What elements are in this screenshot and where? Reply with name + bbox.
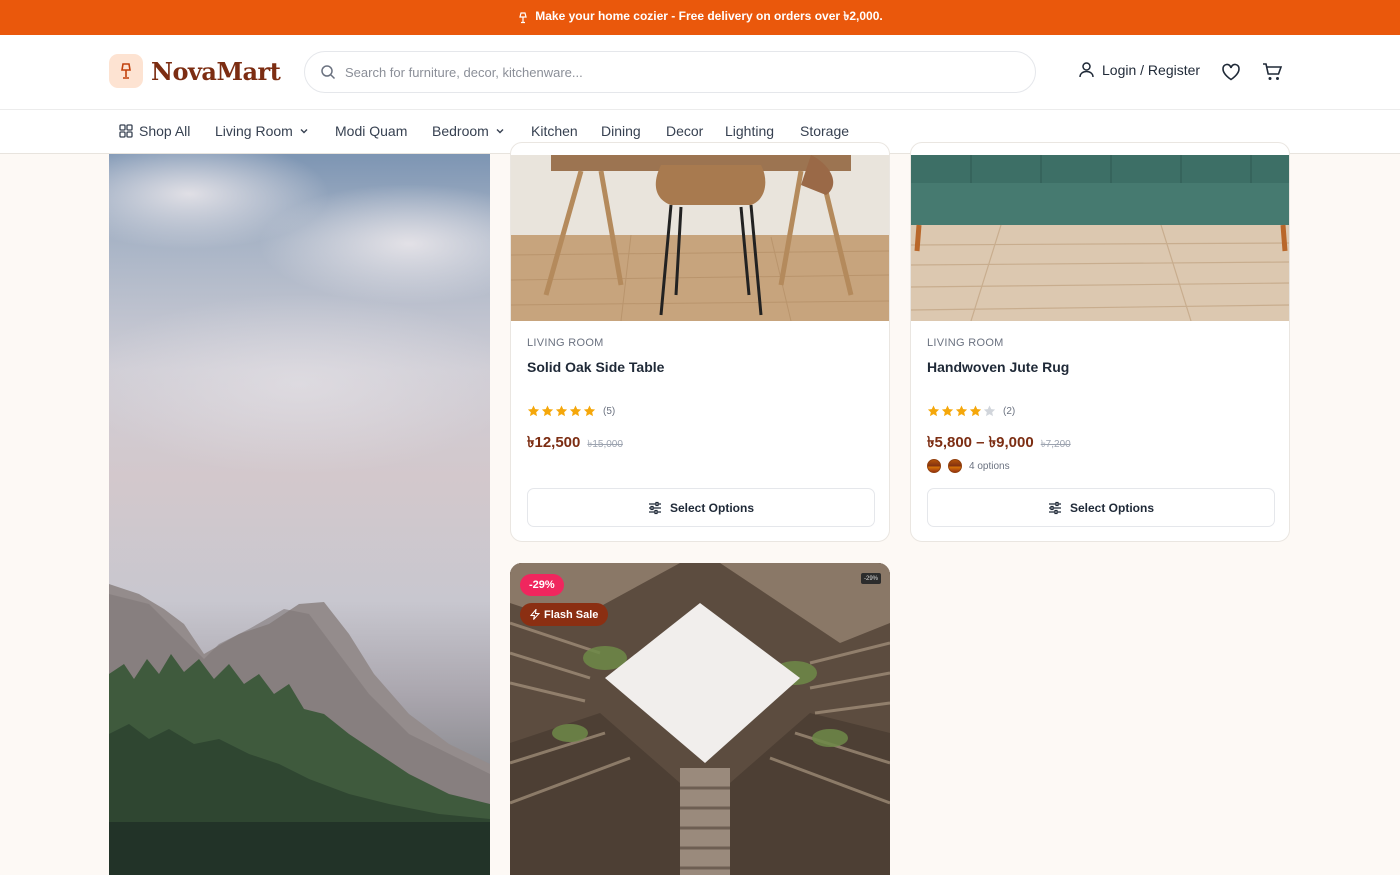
heart-icon[interactable] — [1220, 61, 1242, 83]
nav-label: Storage — [800, 123, 850, 139]
star-icon — [527, 405, 540, 417]
user-icon — [1079, 62, 1094, 78]
discount-badge: -29% — [520, 574, 564, 596]
product-name[interactable]: Solid Oak Side Table — [527, 359, 664, 375]
nav-label: Decor — [666, 123, 704, 139]
select-options-button[interactable]: Select Options — [927, 488, 1275, 527]
old-price: ৳7,200 — [1040, 439, 1071, 450]
star-rating: (5) — [527, 405, 615, 417]
star-icon — [927, 405, 940, 417]
nav-item-shop-all[interactable]: Shop All — [119, 123, 190, 139]
options-count: 4 options — [969, 460, 1010, 472]
login-register-link[interactable]: Login / Register — [1078, 61, 1200, 78]
nav-label: Shop All — [139, 123, 191, 139]
chevron-down-icon — [496, 129, 504, 134]
lamp-icon — [519, 11, 528, 23]
star-icon — [569, 405, 582, 417]
sliders-icon — [648, 501, 661, 514]
site-header: NovaMart Login / Register — [0, 35, 1400, 110]
price-block: ৳12,500 ৳15,000 — [527, 431, 623, 456]
nav-item-modi-quam[interactable]: Modi Quam — [335, 123, 407, 139]
announcement-bar: Make your home cozier - Free delivery on… — [0, 0, 1400, 35]
small-discount-badge: -29% — [860, 573, 881, 584]
product-category: LIVING ROOM — [927, 337, 1004, 349]
product-image[interactable] — [511, 155, 889, 321]
button-label: Select Options — [1069, 500, 1155, 515]
grid-icon — [119, 124, 133, 138]
star-rating: (2) — [927, 405, 1015, 417]
nav-label: Lighting — [725, 123, 775, 139]
review-count: (5) — [603, 405, 616, 417]
nav-label: Modi Quam — [335, 123, 408, 139]
nav-label: Dining — [601, 123, 641, 139]
nav-item-bedroom[interactable]: Bedroom — [432, 123, 505, 139]
stars-icon — [927, 405, 996, 417]
search-icon — [321, 65, 336, 80]
nav-label: Kitchen — [531, 123, 578, 139]
product-card[interactable]: LIVING ROOM Solid Oak Side Table (5) ৳12… — [510, 142, 890, 542]
nav-label: Bedroom — [432, 123, 489, 139]
cart-icon[interactable] — [1261, 61, 1283, 83]
old-price: ৳15,000 — [587, 439, 623, 450]
nav-item-living-room[interactable]: Living Room — [215, 123, 309, 139]
hero-overlay-band — [109, 822, 490, 875]
star-icon — [555, 405, 568, 417]
current-price: ৳5,800 – ৳9,000 — [927, 434, 1034, 451]
select-options-button[interactable]: Select Options — [527, 488, 875, 527]
star-icon — [941, 405, 954, 417]
search-bar[interactable] — [304, 51, 1036, 93]
button-label: Select Options — [669, 500, 755, 515]
nav-item-lighting[interactable]: Lighting — [725, 123, 774, 139]
search-input[interactable] — [345, 64, 985, 80]
star-icon — [983, 405, 996, 417]
stars-icon — [527, 405, 596, 417]
sliders-icon — [1048, 501, 1061, 514]
logo-text: NovaMart — [151, 56, 281, 86]
logo[interactable]: NovaMart — [109, 54, 281, 88]
product-card[interactable]: LIVING ROOM Handwoven Jute Rug (2) ৳5,80… — [910, 142, 1290, 542]
chevron-down-icon — [300, 129, 308, 134]
star-icon — [583, 405, 596, 417]
flash-sale-label: Flash Sale — [544, 608, 599, 621]
color-swatches: 4 options — [927, 459, 1010, 473]
nav-item-storage[interactable]: Storage — [800, 123, 849, 139]
announcement-text: Make your home cozier - Free delivery on… — [535, 8, 883, 23]
nav-item-decor[interactable]: Decor — [666, 123, 703, 139]
nav-item-kitchen[interactable]: Kitchen — [531, 123, 578, 139]
flash-sale-badge: Flash Sale — [520, 603, 609, 626]
color-swatch[interactable] — [948, 459, 962, 473]
product-category: LIVING ROOM — [527, 337, 604, 349]
color-swatch[interactable] — [927, 459, 941, 473]
star-icon — [955, 405, 968, 417]
product-image[interactable] — [911, 155, 1289, 321]
star-icon — [541, 405, 554, 417]
login-label: Login / Register — [1102, 61, 1201, 78]
price-block: ৳5,800 – ৳9,000 ৳7,200 — [927, 431, 1071, 456]
nav-label: Living Room — [215, 123, 293, 139]
current-price: ৳12,500 — [527, 434, 581, 451]
nav-item-dining[interactable]: Dining — [601, 123, 641, 139]
logo-lamp-icon — [109, 54, 143, 88]
product-name[interactable]: Handwoven Jute Rug — [927, 359, 1069, 375]
review-count: (2) — [1003, 405, 1016, 417]
star-icon — [969, 405, 982, 417]
product-card[interactable]: -29% Flash Sale -29% — [510, 563, 890, 875]
hero-banner-image[interactable] — [109, 154, 490, 875]
lightning-icon — [530, 609, 540, 620]
